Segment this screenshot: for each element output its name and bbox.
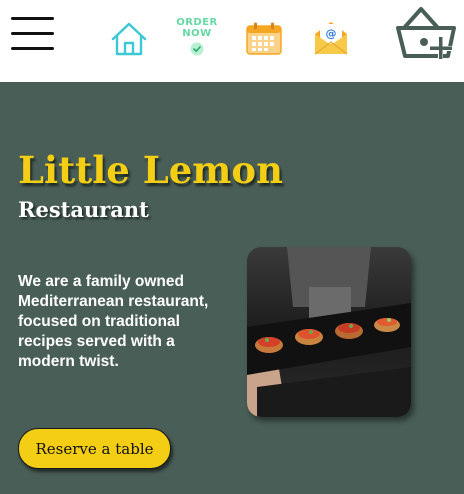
- hamburger-menu-icon[interactable]: [11, 17, 55, 51]
- cart-add-icon[interactable]: [395, 6, 457, 64]
- hero-image: [247, 247, 411, 417]
- calendar-icon[interactable]: [246, 22, 282, 55]
- home-icon[interactable]: [110, 21, 148, 57]
- hero-description: We are a family owned Mediterranean rest…: [18, 273, 209, 370]
- reserve-table-button[interactable]: Reserve a table: [18, 428, 171, 469]
- order-now-line2: NOW: [182, 28, 212, 39]
- order-now-icon[interactable]: ORDER NOW: [176, 17, 218, 59]
- top-navbar: ORDER NOW @: [0, 0, 464, 82]
- mail-icon[interactable]: @: [313, 18, 349, 56]
- svg-text:@: @: [326, 27, 337, 40]
- hero-subtitle: Restaurant: [18, 197, 149, 222]
- check-icon: [190, 42, 204, 56]
- bruschetta-photo: [247, 247, 411, 417]
- hero-title: Little Lemon: [18, 148, 284, 192]
- order-now-line1: ORDER: [176, 17, 218, 28]
